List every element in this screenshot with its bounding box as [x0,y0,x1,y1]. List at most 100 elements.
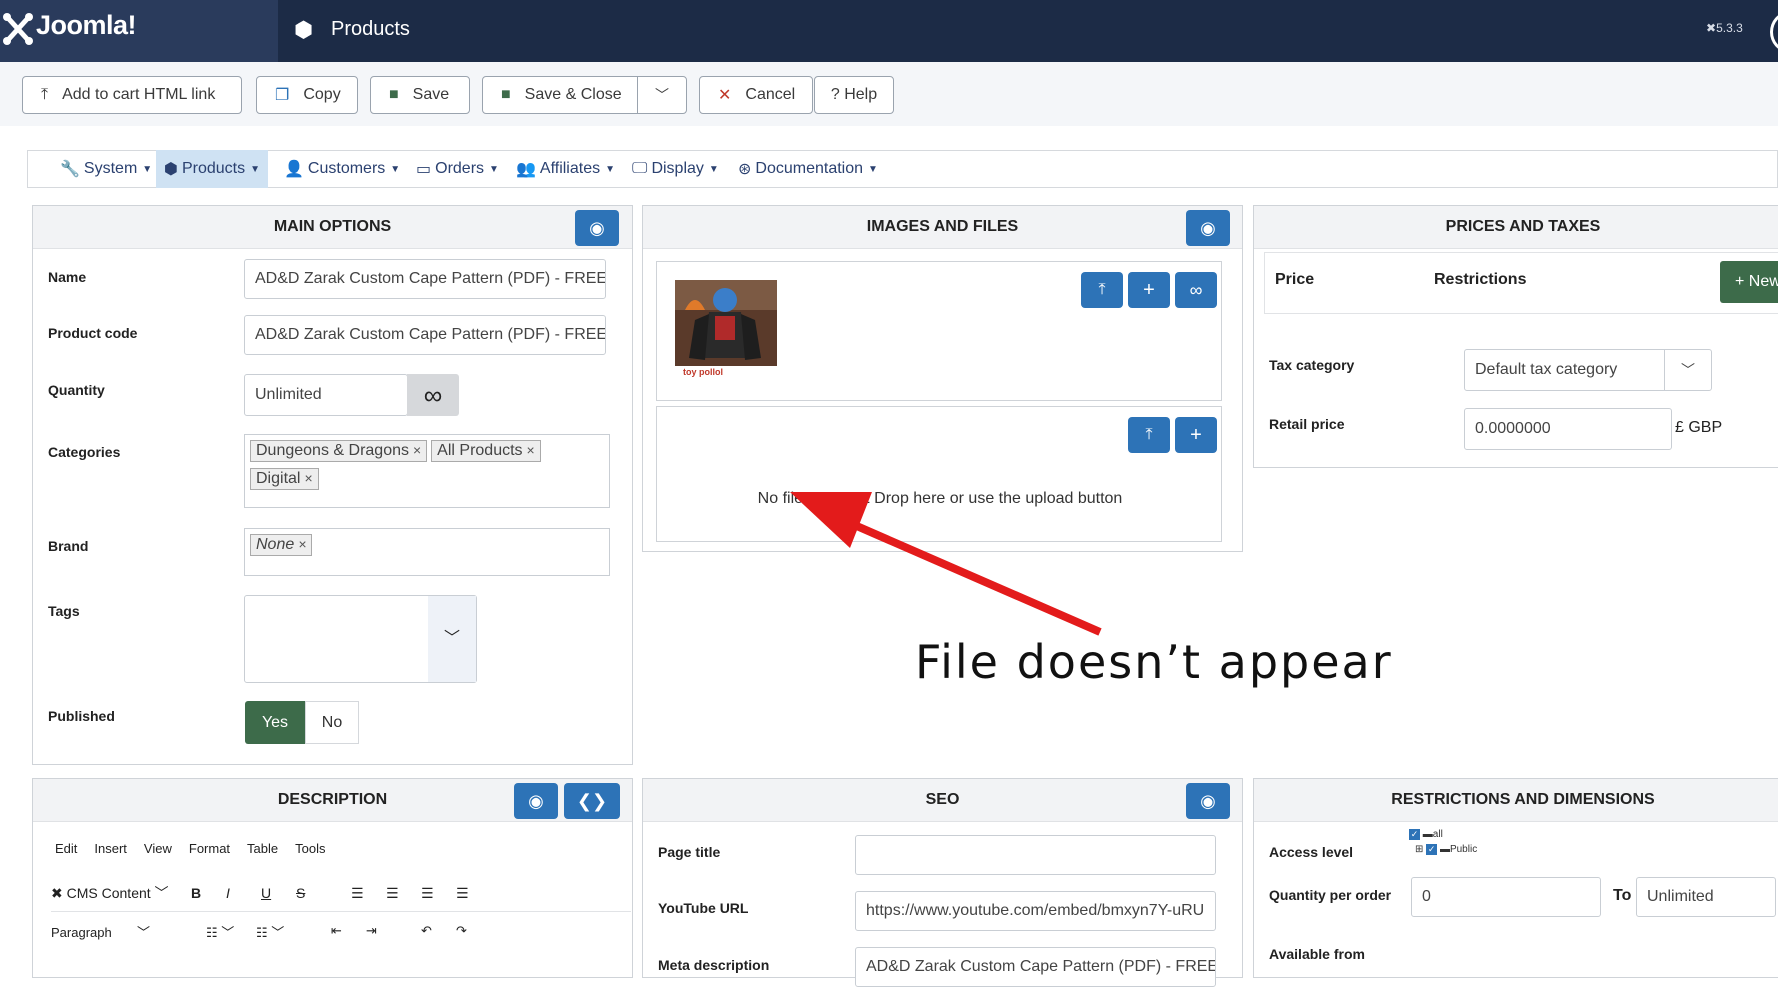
caret-down-icon: ▼ [489,163,499,175]
page-title-input[interactable] [855,835,1216,875]
product-code-label: Product code [48,325,138,341]
published-no-button[interactable]: No [305,701,359,744]
brand-chip[interactable]: None × [250,534,313,556]
outdent-icon[interactable]: ⇤ [331,923,366,939]
link-icon[interactable]: ∞ [1175,272,1217,308]
new-price-button[interactable]: + New [1720,261,1778,303]
upload-icon[interactable]: ⤒ [1081,272,1123,308]
editor-menu-item[interactable]: Format [189,841,230,856]
annotation-arrow [790,492,1102,636]
brand-label: Brand [48,538,89,554]
category-chip[interactable]: All Products × [431,440,541,462]
upload-icon[interactable]: ⤒ [1128,417,1170,453]
align-left-icon[interactable]: ☰ [351,885,386,902]
eye-icon[interactable]: ◉ [514,783,558,819]
eye-icon[interactable]: ◉ [1186,210,1230,246]
youtube-url-input[interactable]: https://www.youtube.com/embed/bmxyn7Y-uR… [855,891,1216,931]
bold-icon[interactable]: B [191,885,226,901]
editor-menu-item[interactable]: Edit [55,841,77,856]
remove-icon[interactable]: × [304,470,312,486]
plus-icon[interactable]: + [1175,417,1217,453]
prices-taxes-panel: PRICES AND TAXES Price Restrictions + Ne… [1253,205,1778,468]
tax-category-value: Default tax category [1475,361,1618,378]
tax-category-select[interactable]: Default tax category ﹀ [1464,349,1712,391]
joomla-logo-icon [3,13,33,45]
cms-content-dropdown[interactable]: ✖ CMS Content ﹀ [51,883,191,903]
italic-icon[interactable]: I [226,885,261,901]
version-badge: ✖5.3.3 [1706,21,1743,35]
editor-menu-item[interactable]: Tools [295,841,325,856]
menu-documentation[interactable]: ⊛ Documentation ▼ [730,150,886,188]
bullet-list-icon[interactable]: ☷ ﹀ [206,922,256,941]
remove-icon[interactable]: × [527,442,535,458]
redo-icon[interactable]: ↷ [456,923,491,939]
retail-price-label: Retail price [1269,416,1345,432]
quantity-input[interactable]: Unlimited [244,374,408,416]
caret-down-icon: ▼ [868,163,878,175]
menu-customers[interactable]: 👤 Customers ▼ [276,150,408,188]
name-label: Name [48,269,87,285]
meta-description-input[interactable]: AD&D Zarak Custom Cape Pattern (PDF) - F… [855,947,1216,987]
product-code-input[interactable]: AD&D Zarak Custom Cape Pattern (PDF) - F… [244,315,606,355]
published-yes-button[interactable]: Yes [245,701,305,744]
categories-select[interactable]: Dungeons & Dragons × All Products × Digital × [244,434,610,508]
restrictions-column-header: Restrictions [1434,271,1527,288]
code-toggle-icon[interactable]: ❮❯ [564,783,620,819]
category-chip[interactable]: Digital × [250,468,319,490]
paragraph-format-select[interactable]: Paragraph ﹀ [51,922,206,941]
numbered-list-icon[interactable]: ☷ ﹀ [256,922,331,941]
wrench-icon: 🔧 [60,161,80,178]
add-to-cart-link-button[interactable]: ⤒ Add to cart HTML link [22,76,242,114]
undo-icon[interactable]: ↶ [421,923,456,939]
product-thumbnail[interactable] [675,280,777,366]
eye-icon[interactable]: ◉ [1186,783,1230,819]
checkbox-icon[interactable]: ✓ [1426,844,1438,855]
plus-icon[interactable]: + [1128,272,1170,308]
menu-products[interactable]: ⬢ Products ▼ [156,150,269,188]
save-button[interactable]: ■ Save [370,76,470,114]
align-center-icon[interactable]: ☰ [386,885,421,902]
name-input[interactable]: AD&D Zarak Custom Cape Pattern (PDF) - F… [244,259,606,299]
menu-system[interactable]: 🔧 System ▼ [52,150,160,188]
remove-icon[interactable]: × [413,442,421,458]
brand-select[interactable]: None × [244,528,610,576]
editor-menu-item[interactable]: Table [247,841,278,856]
description-panel: DESCRIPTION ◉ ❮❯ Edit Insert View Format… [32,778,633,978]
save-close-button[interactable]: ■ Save & Close [482,76,638,114]
upload-icon: ⤒ [41,86,49,103]
menu-orders[interactable]: ▭ Orders ▼ [408,150,507,188]
panel-title: MAIN OPTIONS [33,206,632,249]
menu-affiliates[interactable]: 👥 Affiliates ▼ [508,150,623,188]
access-level-label: Access level [1269,844,1354,860]
category-chip[interactable]: Dungeons & Dragons × [250,440,428,462]
quantity-to-input[interactable]: Unlimited [1636,877,1776,917]
help-button[interactable]: ? Help [814,76,894,114]
strikethrough-icon[interactable]: S [296,885,351,901]
editor-menu-item[interactable]: View [144,841,172,856]
menu-display[interactable]: 🖵 Display ▼ [624,150,727,188]
access-public-item[interactable]: ⊞ ✓ ▬Public [1415,844,1477,855]
currency-label: £ GBP [1675,419,1723,436]
justify-icon[interactable]: ☰ [456,885,491,902]
remove-icon[interactable]: × [298,536,306,552]
expand-icon[interactable]: ⊞ [1415,844,1423,855]
images-dropzone[interactable]: toy pollol ⤒ + ∞ [656,261,1222,401]
quantity-from-input[interactable]: 0 [1411,877,1601,917]
align-right-icon[interactable]: ☰ [421,885,456,902]
editor-menu-item[interactable]: Insert [94,841,127,856]
save-dropdown-button[interactable]: ﹀ [637,76,687,114]
published-label: Published [48,708,115,724]
retail-price-input[interactable]: 0.0000000 [1464,408,1672,450]
copy-button[interactable]: ❐ Copy [256,76,358,114]
infinity-icon[interactable]: ∞ [407,374,459,416]
underline-icon[interactable]: U [261,885,296,901]
question-icon: ? [830,86,845,103]
cancel-button[interactable]: ✕ Cancel [699,76,813,114]
indent-icon[interactable]: ⇥ [366,923,421,939]
youtube-url-label: YouTube URL [658,900,749,916]
cubes-icon: ⬢ [164,161,178,178]
tags-select[interactable]: ﹀ [244,595,477,683]
checkbox-icon[interactable]: ✓ [1409,829,1420,840]
eye-icon[interactable]: ◉ [575,210,619,246]
access-all-item[interactable]: ✓ ▬all [1409,829,1477,840]
